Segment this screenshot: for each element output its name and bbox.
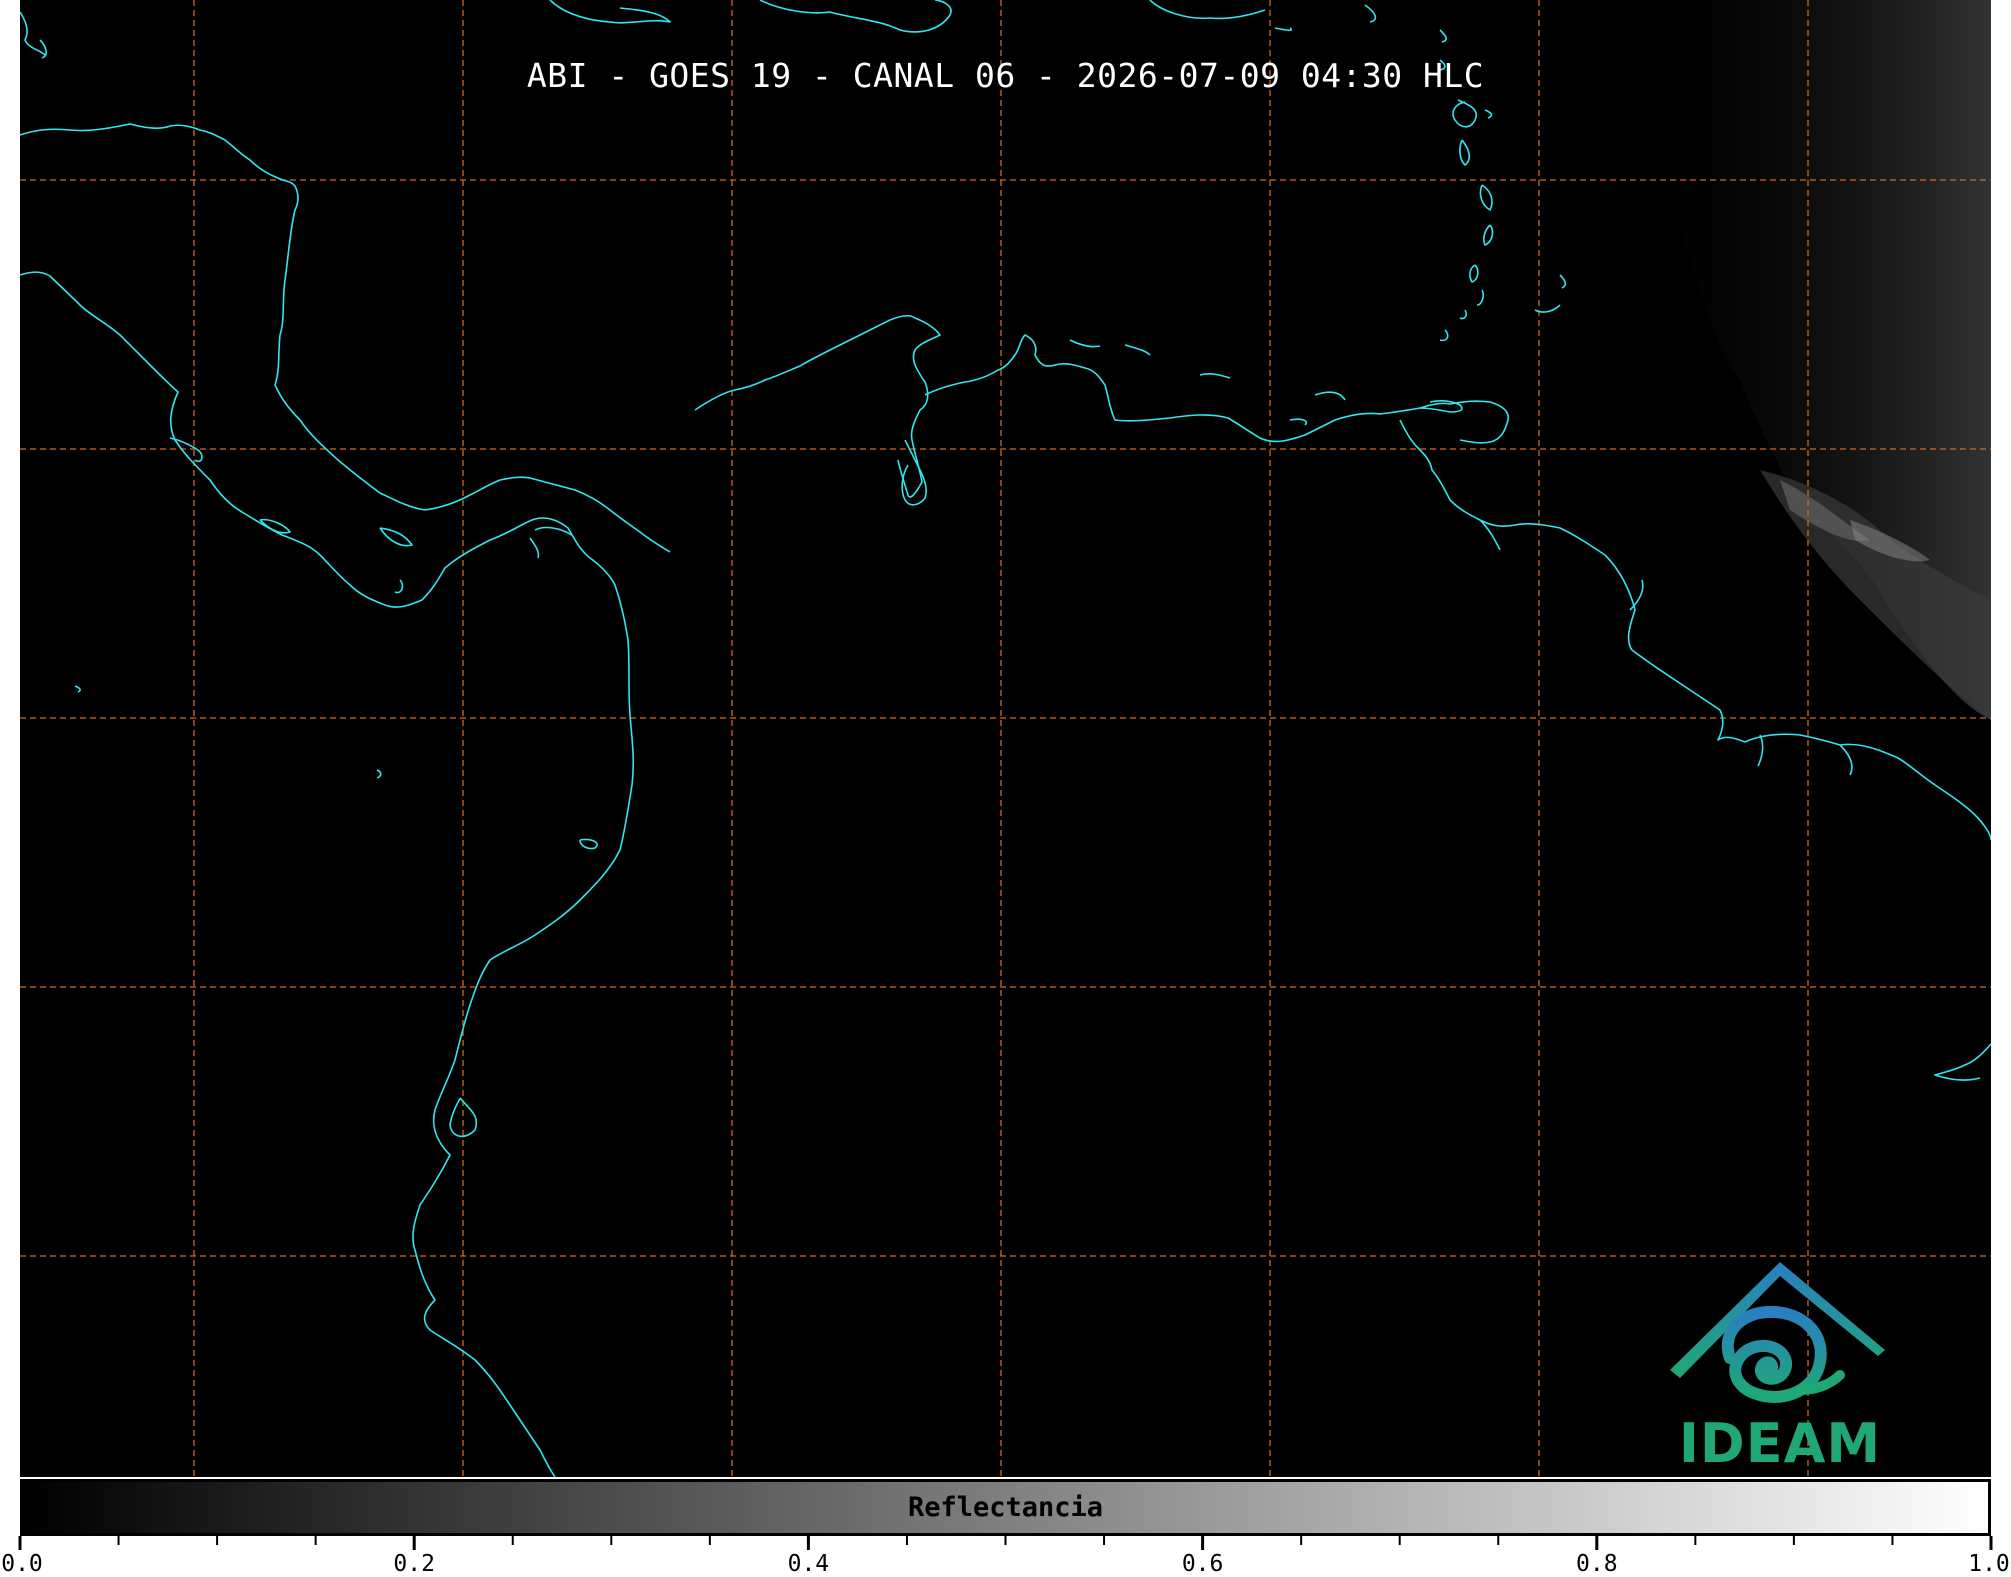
colorbar-label: Reflectancia: [907, 1492, 1104, 1523]
tick-label: 1.0: [1968, 1551, 2010, 1577]
ideam-mountain-spiral-icon: [1670, 1262, 1885, 1403]
colorbar: Reflectancia: [20, 1479, 1991, 1536]
cloud-field: [1620, 0, 1991, 720]
tick-label: 0.2: [393, 1551, 435, 1577]
tick-label: 0.8: [1576, 1551, 1618, 1577]
figure: ABI - GOES 19 - CANAL 06 - 2026-07-09 04…: [0, 0, 2011, 1577]
logo-text: IDEAM: [1678, 1412, 1882, 1475]
tick-label: 0.4: [787, 1551, 830, 1577]
ideam-logo: IDEAM: [1660, 1250, 1900, 1475]
satellite-map: ABI - GOES 19 - CANAL 06 - 2026-07-09 04…: [20, 0, 1991, 1477]
tick-label: 0.6: [1181, 1551, 1224, 1577]
tick-label: 0.0: [1, 1551, 43, 1577]
